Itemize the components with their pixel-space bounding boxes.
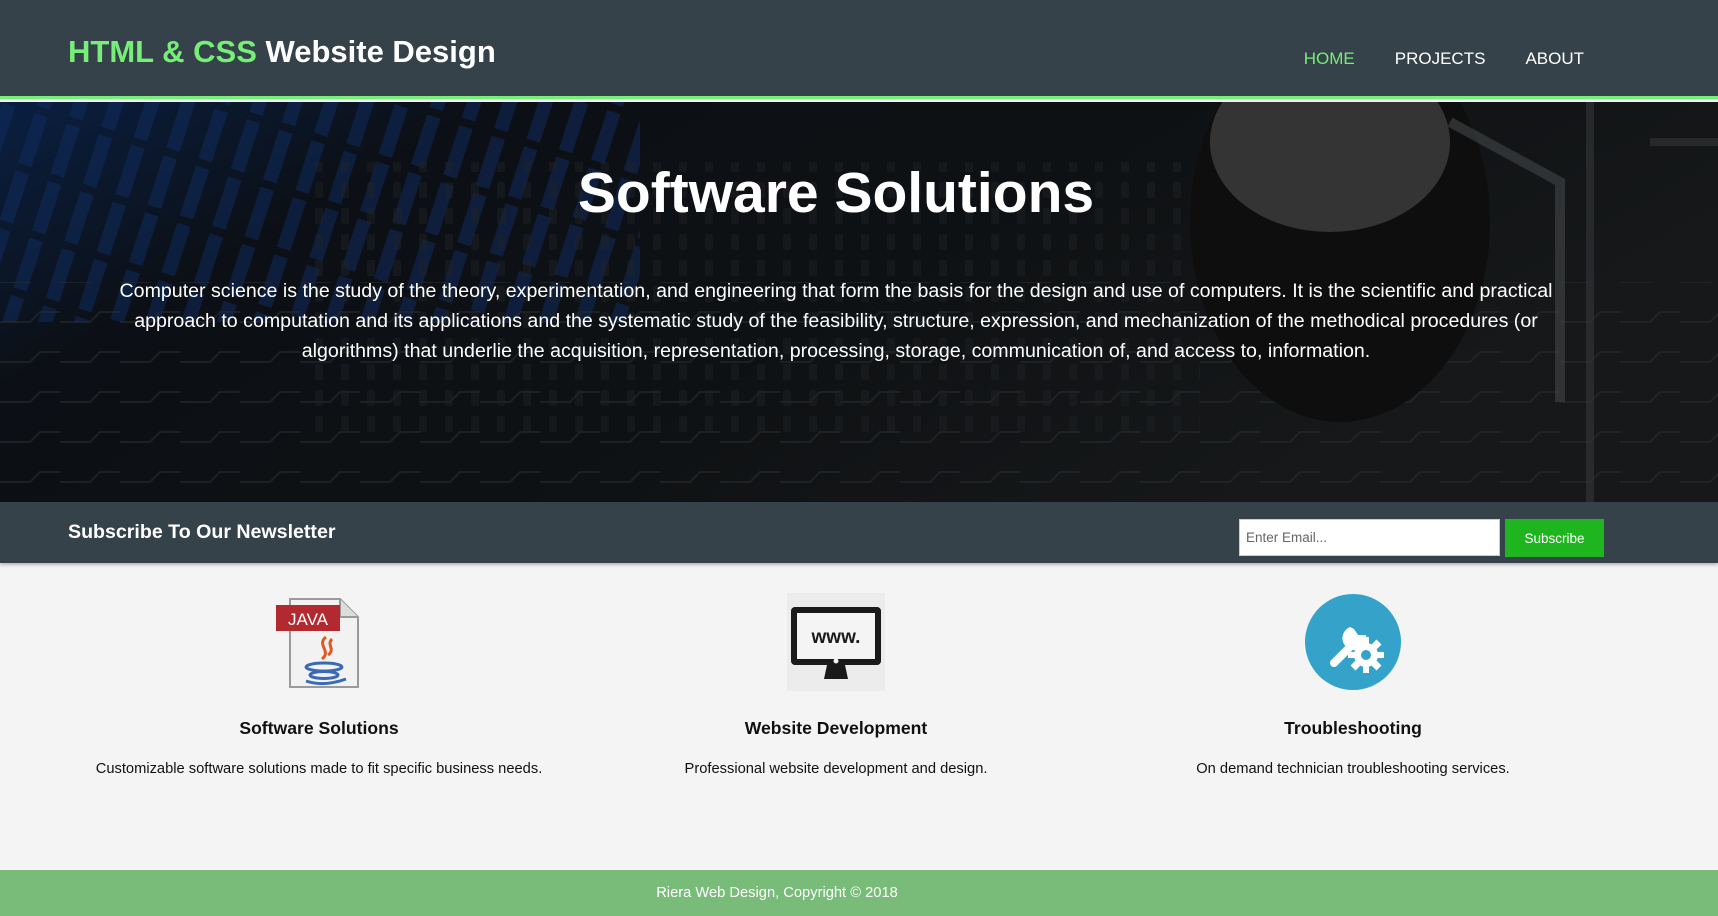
- logo-highlight: HTML & CSS: [68, 34, 257, 69]
- www-label-text: www.: [811, 627, 861, 648]
- service-box-troubleshooting: Troubleshooting On demand technician tro…: [1093, 593, 1613, 777]
- logo-text: Website Design: [265, 34, 496, 69]
- hero-description: Computer science is the study of the the…: [119, 280, 1553, 362]
- nav-about-link[interactable]: ABOUT: [1525, 49, 1584, 69]
- monitor-www-icon: www.: [787, 593, 885, 691]
- hero-title: Software Solutions: [577, 161, 1095, 225]
- subscribe-button[interactable]: Subscribe: [1505, 519, 1604, 557]
- copyright-text: Riera Web Design, Copyright © 2018: [656, 885, 898, 901]
- nav-projects-link[interactable]: PROJECTS: [1395, 49, 1486, 69]
- java-label-text: JAVA: [288, 610, 329, 629]
- service-box-software: JAVA Software Solutions Customizable sof…: [59, 593, 579, 777]
- service-title: Software Solutions: [239, 718, 399, 738]
- main-nav: HOME PROJECTS ABOUT: [1304, 49, 1584, 69]
- service-text: Professional website development and des…: [684, 761, 988, 777]
- email-input[interactable]: [1239, 519, 1500, 556]
- newsletter-bar: Subscribe To Our Newsletter Subscribe: [0, 502, 1718, 563]
- site-footer: Riera Web Design, Copyright © 2018: [0, 870, 1718, 916]
- service-text: On demand technician troubleshooting ser…: [1196, 761, 1510, 777]
- service-box-web: www. Website Development Professional we…: [576, 593, 1096, 777]
- service-text: Customizable software solutions made to …: [95, 761, 543, 777]
- java-file-icon: JAVA: [270, 593, 368, 691]
- site-header: HTML & CSS Website Design HOME PROJECTS …: [0, 0, 1718, 99]
- hero-showcase: Software Solutions Computer science is t…: [0, 102, 1718, 502]
- nav-home-link[interactable]: HOME: [1304, 49, 1355, 69]
- service-title: Troubleshooting: [1284, 718, 1422, 738]
- wrench-gear-icon: [1304, 593, 1402, 691]
- service-title: Website Development: [744, 718, 928, 738]
- site-logo[interactable]: HTML & CSS Website Design: [68, 34, 496, 70]
- newsletter-heading: Subscribe To Our Newsletter: [68, 521, 336, 543]
